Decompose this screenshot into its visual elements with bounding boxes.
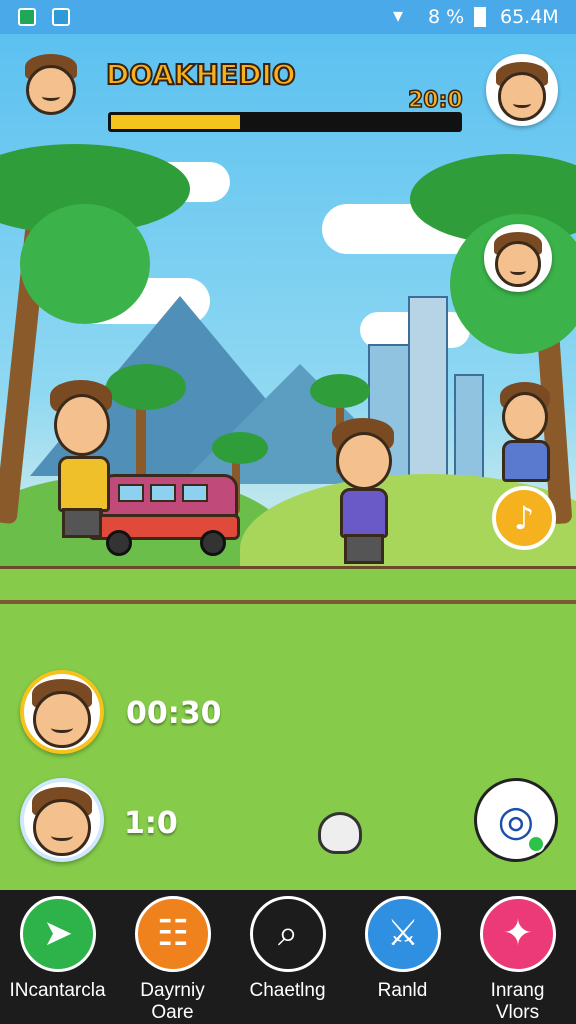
game-scene[interactable] bbox=[0, 34, 576, 890]
send-arrow-icon: ➤ bbox=[20, 896, 96, 972]
skyscraper bbox=[408, 296, 448, 504]
battery-icon bbox=[474, 7, 486, 27]
crossed-swords-icon: ⚔ bbox=[365, 896, 441, 972]
status-bar: ▾ 8 % 65.4M bbox=[0, 0, 576, 34]
nav-item-0[interactable]: ➤ INcantarcla bbox=[0, 890, 115, 1024]
player-avatar-top-left[interactable] bbox=[14, 46, 88, 120]
nav-item-1[interactable]: ☷ Dayrniy Oare bbox=[115, 890, 230, 1024]
level-progress-fill bbox=[111, 115, 240, 129]
nav-label: Ranld bbox=[377, 980, 428, 1001]
puzzle-icon: ✦ bbox=[480, 896, 556, 972]
field-border bbox=[0, 600, 576, 604]
player-avatar-timer[interactable] bbox=[20, 670, 104, 754]
player-avatar-score[interactable] bbox=[20, 778, 104, 862]
top-score: 20:0 bbox=[407, 87, 463, 114]
music-note-icon[interactable]: ♪ bbox=[492, 486, 556, 550]
nav-label: INcantarcla bbox=[9, 980, 106, 1001]
search-pin-icon: ⌕ bbox=[250, 896, 326, 972]
friend-avatar-right[interactable] bbox=[484, 224, 552, 292]
bottom-nav: ➤ INcantarcla ☷ Dayrniy Oare ⌕ Chaetlng … bbox=[0, 890, 576, 1024]
lantern-icon: ☷ bbox=[135, 896, 211, 972]
match-score: 1:0 bbox=[124, 806, 178, 841]
photo-notification-icon bbox=[52, 8, 70, 26]
palm-frond bbox=[212, 432, 268, 464]
online-dot bbox=[527, 835, 545, 853]
memory-text: 65.4M bbox=[500, 6, 559, 28]
palm-frond bbox=[20, 204, 150, 324]
character-boy-waving bbox=[314, 418, 404, 568]
nav-item-4[interactable]: ✦ Inrang Vlors bbox=[460, 890, 575, 1024]
nav-label: Chaetlng bbox=[249, 980, 326, 1001]
nav-label: Dayrniy Oare bbox=[140, 980, 205, 1023]
character-boy-right bbox=[490, 382, 560, 492]
match-timer: 00:30 bbox=[126, 696, 222, 731]
app-notification-icon bbox=[18, 8, 36, 26]
palm-frond bbox=[310, 374, 370, 408]
level-progress-bar bbox=[108, 112, 462, 132]
spiral-portal-button[interactable]: ◎ bbox=[474, 778, 558, 862]
nav-label: Inrang Vlors bbox=[490, 980, 545, 1023]
white-creature bbox=[318, 812, 362, 854]
opponent-avatar-top-right[interactable] bbox=[486, 54, 558, 126]
signal-text: 8 % bbox=[428, 6, 465, 28]
game-title: DOAKHEDIO bbox=[105, 57, 297, 92]
wifi-icon: ▾ bbox=[393, 3, 404, 27]
nav-item-2[interactable]: ⌕ Chaetlng bbox=[230, 890, 345, 1024]
nav-item-3[interactable]: ⚔ Ranld bbox=[345, 890, 460, 1024]
character-man-left bbox=[44, 380, 124, 540]
